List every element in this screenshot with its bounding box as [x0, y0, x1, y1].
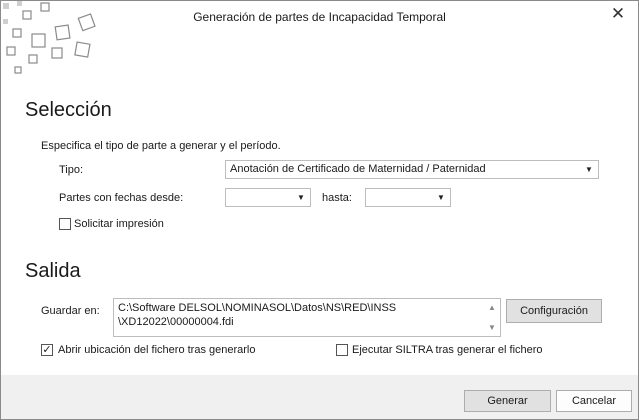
tipo-label: Tipo: [59, 164, 84, 176]
solicitar-impresion-checkbox[interactable] [59, 218, 71, 230]
ruta-line-1: C:\Software DELSOL\NOMINASOL\Datos\NS\RE… [118, 302, 397, 314]
seleccion-description: Especifica el tipo de parte a generar y … [41, 140, 281, 152]
chevron-down-icon[interactable]: ▼ [295, 191, 307, 204]
window-title: Generación de partes de Incapacidad Temp… [193, 10, 446, 24]
desde-label: Partes con fechas desde: [59, 192, 184, 204]
abrir-ubicacion-label[interactable]: Abrir ubicación del fichero tras generar… [58, 344, 256, 356]
ruta-fichero-textarea[interactable]: C:\Software DELSOL\NOMINASOL\Datos\NS\RE… [113, 298, 501, 337]
tipo-select[interactable]: Anotación de Certificado de Maternidad /… [225, 160, 599, 179]
textarea-scrollbar[interactable]: ▲ ▼ [485, 300, 499, 335]
seleccion-heading: Selección [25, 99, 112, 121]
salida-heading: Salida [25, 260, 81, 282]
scroll-up-icon[interactable]: ▲ [485, 302, 499, 314]
guardar-en-label: Guardar en: [41, 305, 100, 317]
hasta-date-picker[interactable]: ▼ [365, 188, 451, 207]
scroll-down-icon[interactable]: ▼ [485, 322, 499, 334]
cancelar-button[interactable]: Cancelar [556, 390, 632, 412]
dialog-footer: Generar Cancelar [1, 375, 638, 419]
ruta-line-2: \XD12022\00000004.fdi [118, 316, 234, 328]
close-icon[interactable]: ✕ [608, 3, 628, 25]
desde-date-picker[interactable]: ▼ [225, 188, 311, 207]
tipo-select-value: Anotación de Certificado de Maternidad /… [230, 163, 486, 175]
chevron-down-icon[interactable]: ▼ [435, 191, 447, 204]
dialog-window: Generación de partes de Incapacidad Temp… [0, 0, 639, 420]
ejecutar-siltra-label[interactable]: Ejecutar SILTRA tras generar el fichero [352, 344, 543, 356]
chevron-down-icon[interactable]: ▼ [583, 163, 595, 176]
generar-button[interactable]: Generar [464, 390, 551, 412]
ejecutar-siltra-checkbox[interactable] [336, 344, 348, 356]
configuracion-button[interactable]: Configuración [506, 299, 602, 323]
hasta-label: hasta: [322, 192, 352, 204]
abrir-ubicacion-checkbox[interactable]: ✓ [41, 344, 53, 356]
solicitar-impresion-label[interactable]: Solicitar impresión [74, 218, 164, 230]
